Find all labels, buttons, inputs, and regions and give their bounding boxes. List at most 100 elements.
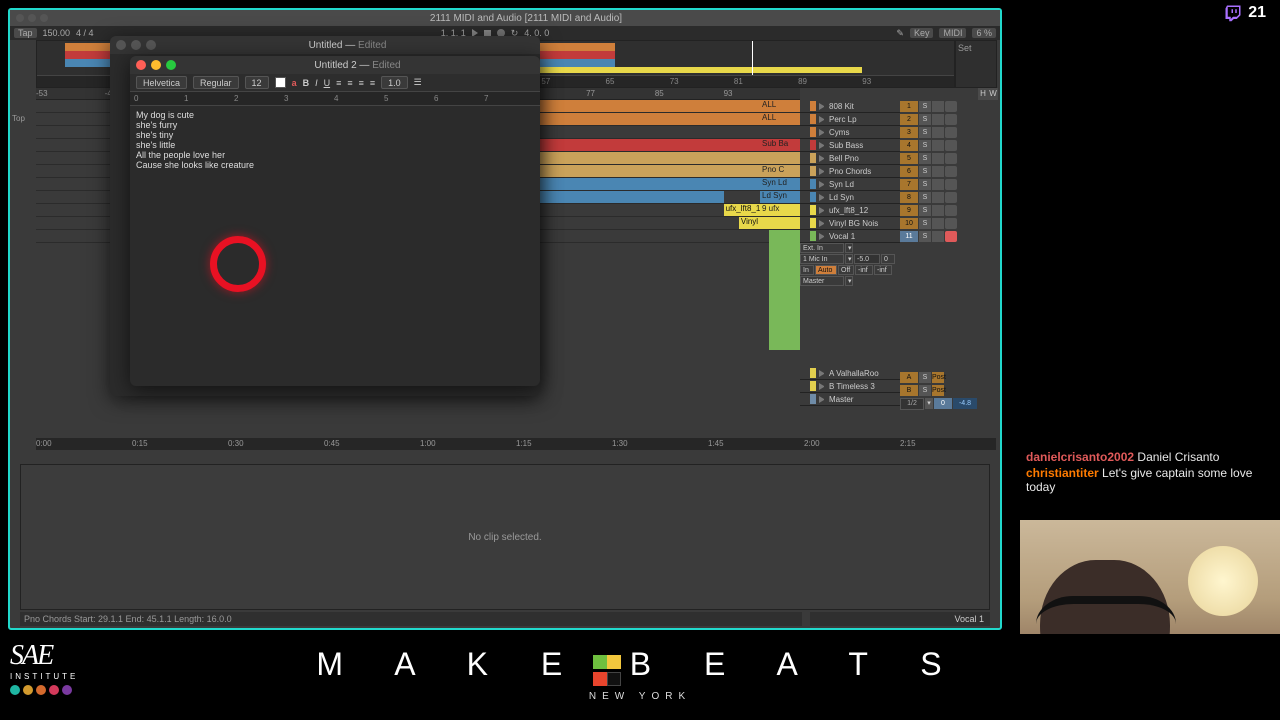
italic-button[interactable]: I xyxy=(315,78,318,88)
pencil-icon[interactable]: ✎ xyxy=(896,28,904,39)
track-play-icon[interactable] xyxy=(819,233,826,240)
solo-button[interactable]: S xyxy=(919,140,931,151)
text-color-a-icon[interactable]: a xyxy=(292,78,297,88)
mute-button[interactable] xyxy=(932,114,944,125)
close-icon[interactable] xyxy=(16,14,24,22)
align-right-icon[interactable]: ≡ xyxy=(359,78,364,88)
track-header[interactable]: Cyms xyxy=(800,126,900,139)
text-line[interactable]: she's furry xyxy=(136,120,534,130)
arm-button[interactable] xyxy=(945,140,957,151)
text-line[interactable]: Cause she looks like creature xyxy=(136,160,534,170)
arm-button[interactable] xyxy=(945,192,957,203)
mute-button[interactable] xyxy=(932,127,944,138)
minimize-icon[interactable] xyxy=(131,40,141,50)
master-out-select[interactable]: 1/2 xyxy=(900,398,924,410)
window-titlebar[interactable]: 2111 MIDI and Audio [2111 MIDI and Audio… xyxy=(10,10,1000,26)
time-sig-field[interactable]: 4 / 4 xyxy=(76,28,94,38)
arm-button[interactable] xyxy=(945,205,957,216)
track-header[interactable]: Perc Lp xyxy=(800,113,900,126)
input-type-select[interactable]: Ext. In xyxy=(800,243,844,253)
track-header[interactable]: 808 Kit xyxy=(800,100,900,113)
minimize-icon[interactable] xyxy=(28,14,36,22)
track-play-icon[interactable] xyxy=(819,168,826,175)
track-number[interactable]: 7 xyxy=(900,179,918,190)
text-line[interactable]: All the people love her xyxy=(136,150,534,160)
mute-button[interactable] xyxy=(932,192,944,203)
text-color-swatch[interactable] xyxy=(275,77,286,88)
group-label[interactable]: Top xyxy=(10,114,36,126)
track-play-icon[interactable] xyxy=(819,181,826,188)
track-number[interactable]: 8 xyxy=(900,192,918,203)
track-header[interactable]: Ld Syn xyxy=(800,191,900,204)
solo-button[interactable]: S xyxy=(919,166,931,177)
font-size-select[interactable]: 12 xyxy=(245,76,269,89)
track-play-icon[interactable] xyxy=(819,396,826,403)
solo-button[interactable]: S xyxy=(919,218,931,229)
text-ruler[interactable]: 01234567 xyxy=(130,92,540,106)
arm-button[interactable] xyxy=(945,218,957,229)
track-number[interactable]: 10 xyxy=(900,218,918,229)
text-line[interactable]: My dog is cute xyxy=(136,110,534,120)
arm-button[interactable] xyxy=(945,114,957,125)
arm-button[interactable] xyxy=(945,101,957,112)
show-take-lanes-toggle[interactable]: H xyxy=(978,88,988,100)
mute-button[interactable] xyxy=(932,218,944,229)
solo-button[interactable]: S xyxy=(919,231,931,242)
time-ruler[interactable]: 0:000:150:300:451:001:151:301:452:002:15 xyxy=(36,438,996,450)
track-play-icon[interactable] xyxy=(819,155,826,162)
mute-button[interactable] xyxy=(932,231,944,242)
monitor-in[interactable]: In xyxy=(800,265,814,275)
close-icon[interactable] xyxy=(136,60,146,70)
track-play-icon[interactable] xyxy=(819,103,826,110)
mute-button[interactable] xyxy=(932,140,944,151)
arm-button[interactable] xyxy=(945,166,957,177)
solo-button[interactable]: S xyxy=(919,192,931,203)
track-number[interactable]: 1 xyxy=(900,101,918,112)
track-header[interactable]: Bell Pno xyxy=(800,152,900,165)
solo-button[interactable]: S xyxy=(919,179,931,190)
solo-button[interactable]: S xyxy=(919,114,931,125)
arm-button[interactable] xyxy=(945,231,957,242)
align-justify-icon[interactable]: ≡ xyxy=(370,78,375,88)
solo-button[interactable]: S xyxy=(919,153,931,164)
track-number[interactable]: 6 xyxy=(900,166,918,177)
mute-button[interactable] xyxy=(932,166,944,177)
midi-button[interactable]: MIDI xyxy=(939,28,966,38)
tap-button[interactable]: Tap xyxy=(14,28,37,38)
mute-button[interactable] xyxy=(932,153,944,164)
key-button[interactable]: Key xyxy=(910,28,934,38)
align-left-icon[interactable]: ≡ xyxy=(336,78,341,88)
track-header[interactable]: Vocal 1 xyxy=(800,230,900,243)
input-channel-select[interactable]: 1 Mic In xyxy=(800,254,844,264)
arm-button[interactable] xyxy=(945,153,957,164)
arm-button[interactable] xyxy=(945,179,957,190)
track-header[interactable]: Vinyl BG Nois xyxy=(800,217,900,230)
track-play-icon[interactable] xyxy=(819,129,826,136)
solo-button[interactable]: S xyxy=(919,101,931,112)
track-header[interactable]: Syn Ld xyxy=(800,178,900,191)
text-body[interactable]: My dog is cuteshe's furryshe's tinyshe's… xyxy=(130,106,540,174)
line-spacing-select[interactable]: 1.0 xyxy=(381,76,408,89)
track-play-icon[interactable] xyxy=(819,383,826,390)
track-play-icon[interactable] xyxy=(819,116,826,123)
minimize-icon[interactable] xyxy=(151,60,161,70)
mute-button[interactable] xyxy=(932,101,944,112)
track-number[interactable]: 11 xyxy=(900,231,918,242)
return-track-header[interactable]: A ValhallaRoo xyxy=(800,367,900,380)
tempo-field[interactable]: 150.00 xyxy=(43,28,71,38)
maximize-icon[interactable] xyxy=(166,60,176,70)
track-play-icon[interactable] xyxy=(819,142,826,149)
track-play-icon[interactable] xyxy=(819,194,826,201)
track-number[interactable]: 4 xyxy=(900,140,918,151)
track-play-icon[interactable] xyxy=(819,207,826,214)
solo-button[interactable]: S xyxy=(919,385,931,396)
solo-button[interactable]: S xyxy=(919,127,931,138)
track-play-icon[interactable] xyxy=(819,370,826,377)
return-track-header[interactable]: B Timeless 3 xyxy=(800,380,900,393)
maximize-icon[interactable] xyxy=(40,14,48,22)
font-family-select[interactable]: Helvetica xyxy=(136,76,187,89)
mute-button[interactable] xyxy=(932,205,944,216)
return-letter[interactable]: B xyxy=(900,385,918,396)
track-header[interactable]: Pno Chords xyxy=(800,165,900,178)
solo-button[interactable]: S xyxy=(919,205,931,216)
